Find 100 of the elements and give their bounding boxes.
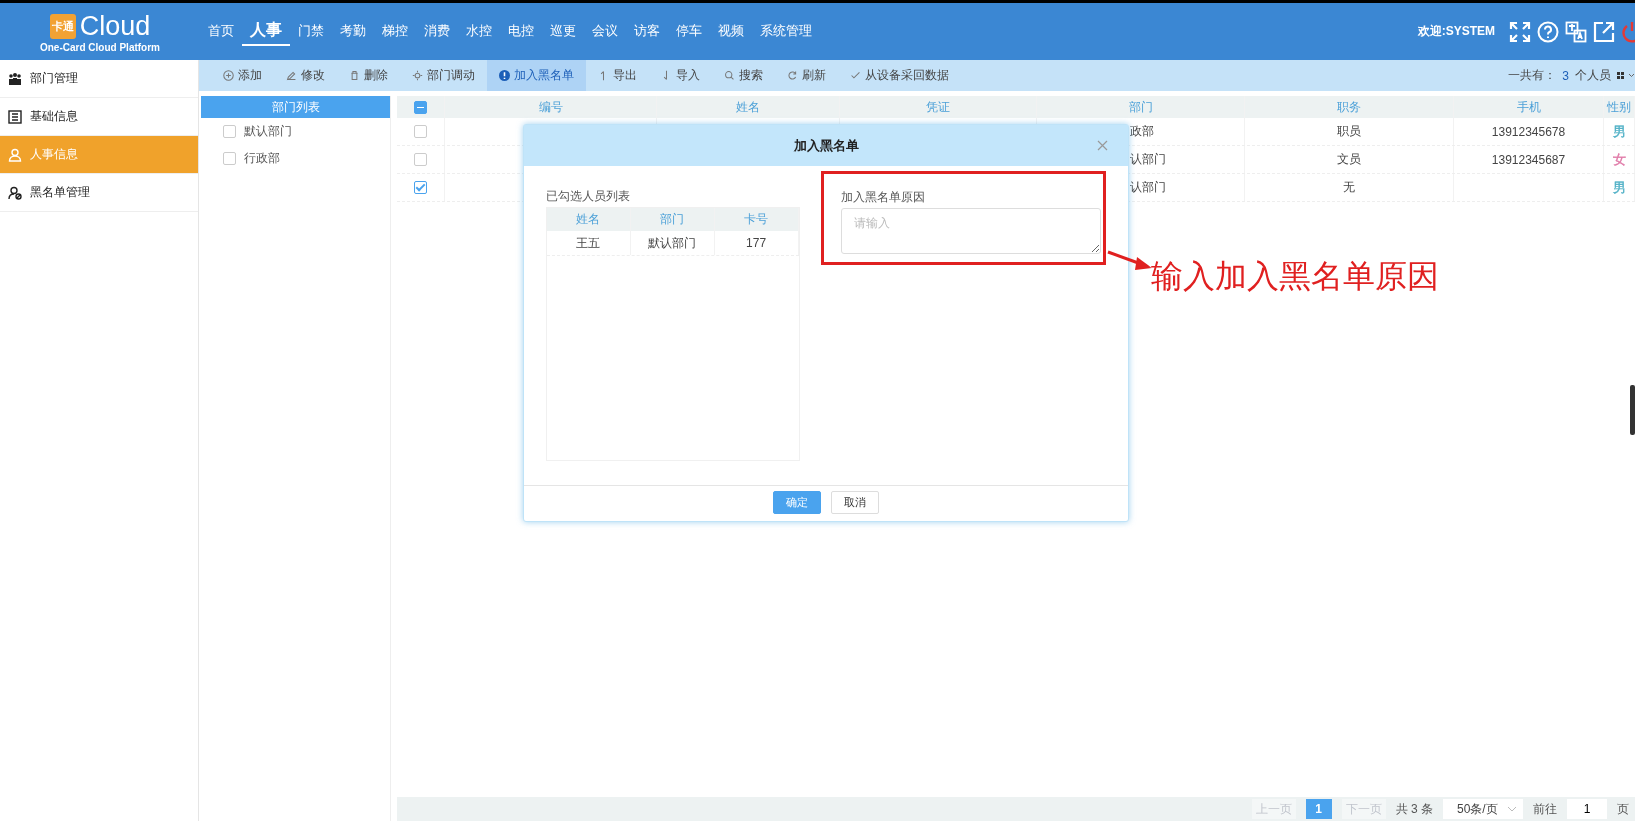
logo-text: Cloud <box>79 10 151 42</box>
select-all-checkbox[interactable] <box>414 100 427 114</box>
annotation-text: 输入加入黑名单原因 <box>1151 257 1439 296</box>
toolbar-button[interactable]: 从设备采回数据 <box>838 60 961 91</box>
nav-tab[interactable]: 系统管理 <box>752 17 820 46</box>
reason-textarea[interactable]: 请输入 <box>840 208 1101 254</box>
toolbar-button[interactable]: 修改 <box>274 60 337 91</box>
toolbar-button[interactable]: 删除 <box>337 60 400 91</box>
list-icon <box>8 109 22 124</box>
nav-tab[interactable]: 停车 <box>668 17 710 46</box>
goto-label: 前往 <box>1533 800 1557 818</box>
person-block-icon <box>8 185 22 200</box>
table-cell: 文员 <box>1337 151 1361 168</box>
nav-tab[interactable]: 电控 <box>500 17 542 46</box>
column-header[interactable]: 姓名 <box>736 98 760 116</box>
page-input[interactable]: 1 <box>1567 799 1607 819</box>
column-header[interactable]: 性别 <box>1607 98 1631 116</box>
people-icon <box>8 71 22 86</box>
sidebar-item[interactable]: 黑名单管理 <box>0 174 198 212</box>
logo-subtitle: One-Card Cloud Platform <box>40 41 160 53</box>
row-checkbox[interactable] <box>414 153 427 166</box>
nav-tab[interactable]: 视频 <box>710 17 752 46</box>
grid-view-icon[interactable] <box>1617 70 1635 81</box>
column-header[interactable]: 部门 <box>1128 98 1153 116</box>
toolbar-button[interactable]: 导入 <box>649 60 712 91</box>
external-link-icon[interactable] <box>1593 20 1615 43</box>
table-cell: 认部门 <box>1130 179 1166 196</box>
check-icon <box>850 70 861 81</box>
welcome-text: 欢迎:SYSTEM <box>1417 23 1495 40</box>
tree-item[interactable]: 行政部 <box>244 150 280 167</box>
checkbox[interactable] <box>223 152 236 165</box>
toolbar-button[interactable]: 加入黑名单 <box>487 60 586 91</box>
caret-icon <box>1507 806 1517 812</box>
total-unit: 个人员 <box>1575 67 1611 84</box>
gear-icon <box>412 70 423 81</box>
table-cell: 职员 <box>1337 123 1361 140</box>
toolbar-button[interactable]: 搜索 <box>712 60 775 91</box>
table-cell: 男 <box>1612 122 1626 141</box>
edit-icon <box>286 70 297 81</box>
search-icon <box>724 70 735 81</box>
sidebar-item[interactable]: 部门管理 <box>0 60 198 98</box>
table-cell: 认部门 <box>1130 151 1166 168</box>
person-icon <box>8 147 22 162</box>
nav-tab[interactable]: 会议 <box>584 17 626 46</box>
nav-tab[interactable]: 人事 <box>242 17 290 46</box>
list-label: 已勾选人员列表 <box>546 188 631 205</box>
cancel-button[interactable]: 取消 <box>831 491 879 514</box>
table-cell: 女 <box>1612 150 1626 169</box>
column-header[interactable]: 手机 <box>1516 98 1541 116</box>
table-cell: 王五 <box>547 231 631 255</box>
column-header: 部门 <box>630 208 715 231</box>
nav-tab[interactable]: 水控 <box>458 17 500 46</box>
table-cell: 13912345687 <box>1491 152 1566 167</box>
help-icon[interactable] <box>1537 20 1559 43</box>
refresh-icon <box>787 70 798 81</box>
total-records: 共 3 条 <box>1395 800 1433 818</box>
dialog-title: 加入黑名单 <box>793 136 859 155</box>
confirm-button[interactable]: 确定 <box>773 491 821 514</box>
close-icon[interactable] <box>1097 140 1108 151</box>
table-cell: 13912345678 <box>1491 124 1566 139</box>
toolbar-button[interactable]: 添加 <box>211 60 274 91</box>
nav-tab[interactable]: 梯控 <box>374 17 416 46</box>
row-checkbox[interactable] <box>414 125 427 138</box>
toolbar-button[interactable]: 刷新 <box>775 60 838 91</box>
tree-item[interactable]: 默认部门 <box>244 123 292 140</box>
page-number[interactable]: 1 <box>1305 799 1332 819</box>
nav-tab[interactable]: 考勤 <box>332 17 374 46</box>
table-cell: 政部 <box>1130 123 1154 140</box>
table-cell: 男 <box>1612 178 1626 197</box>
page-suffix: 页 <box>1617 800 1629 818</box>
sidebar-item[interactable]: 人事信息 <box>0 136 198 174</box>
table-cell: 默认部门 <box>630 231 715 255</box>
table-cell: 177 <box>714 231 799 255</box>
checkbox[interactable] <box>223 125 236 138</box>
info-icon <box>499 70 510 81</box>
nav-tab[interactable]: 首页 <box>200 17 242 46</box>
column-header[interactable]: 凭证 <box>926 98 950 116</box>
toolbar-button[interactable]: 部门调动 <box>400 60 487 91</box>
column-header[interactable]: 编号 <box>538 98 563 116</box>
total-count: 3 <box>1562 68 1569 83</box>
tree-header: 部门列表 <box>201 96 390 118</box>
nav-tab[interactable]: 访客 <box>626 17 668 46</box>
column-header[interactable]: 职务 <box>1337 98 1361 116</box>
translate-icon[interactable] <box>1565 20 1587 43</box>
total-label: 一共有： <box>1508 67 1557 84</box>
toolbar-button[interactable]: 导出 <box>586 60 649 91</box>
nav-tab[interactable]: 门禁 <box>290 17 332 46</box>
row-checkbox[interactable] <box>414 181 427 194</box>
page-size-select[interactable]: 50条/页 <box>1443 799 1523 819</box>
fullscreen-icon[interactable] <box>1509 20 1531 43</box>
logo-badge: 卡通 <box>49 13 76 39</box>
column-header: 姓名 <box>547 208 631 231</box>
delete-icon <box>349 70 360 81</box>
nav-tab[interactable]: 消费 <box>416 17 458 46</box>
scrollbar-handle[interactable] <box>1630 385 1635 435</box>
table-cell: 无 <box>1343 179 1355 196</box>
column-header: 卡号 <box>714 208 799 231</box>
reason-label: 加入黑名单原因 <box>840 189 926 206</box>
add-icon <box>223 70 234 81</box>
nav-tab[interactable]: 巡更 <box>542 17 584 46</box>
